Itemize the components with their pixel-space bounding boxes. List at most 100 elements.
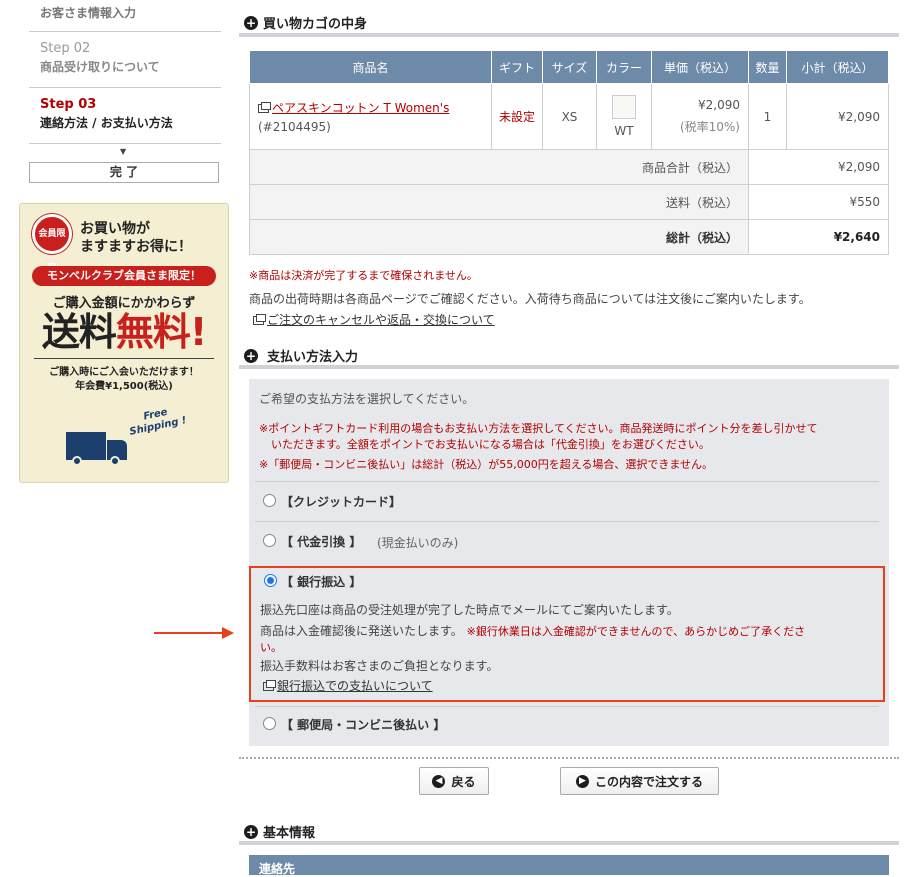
payment-title-rule <box>239 365 899 369</box>
new-window-icon <box>263 680 276 691</box>
cart-header-row: 商品名 ギフト サイズ カラー 単価（税込） 数量 小計（税込） <box>249 50 889 84</box>
item-color-cell: WT <box>596 83 652 150</box>
new-window-icon <box>258 102 271 113</box>
banner-big-2: 無料! <box>115 310 207 354</box>
col-header-price: 単価（税込） <box>651 50 749 84</box>
basic-section-title: + 基本情報 <box>244 822 315 841</box>
item-name-cell: ペアスキンコットン T Women's (#2104495) <box>249 83 492 150</box>
col-header-subtotal: 小計（税込） <box>786 50 889 84</box>
plus-circle-icon: + <box>244 824 258 839</box>
contact-header-label: 連絡先 <box>259 862 296 876</box>
basic-title-rule <box>239 841 899 845</box>
step-down-arrow: ▼ <box>120 147 127 156</box>
step-02-label: 商品受け取りについて <box>40 60 160 74</box>
col-header-size: サイズ <box>542 50 597 84</box>
step-03: Step 03 連絡方法 / お支払い方法 <box>29 88 221 144</box>
option-post-convenience[interactable]: 【 郵便局・コンビニ後払い 】 <box>255 707 879 745</box>
table-row: ペアスキンコットン T Women's (#2104495) 未設定 XS WT… <box>249 83 889 150</box>
grand-total-value: ¥2,640 <box>748 219 889 255</box>
bank-desc-2: 商品は入金確認後に発送いたします。 ※銀行休業日は入金確認ができませんので、あら… <box>260 622 805 639</box>
shipping-value: ¥550 <box>748 184 889 220</box>
cancel-link-row: ご注文のキャンセルや返品・交換について <box>253 311 495 328</box>
bank-transfer-info-link[interactable]: 銀行振込での支払いについて <box>277 679 433 693</box>
color-swatch <box>612 95 636 119</box>
option-credit-card[interactable]: 【クレジットカード】 <box>255 482 879 521</box>
grand-total-row: 総計（税込） ¥2,640 <box>249 219 889 255</box>
bank-desc-2a: 商品は入金確認後に発送いたします。 <box>260 624 463 638</box>
option-cod-note: (現金払いのみ) <box>377 536 459 550</box>
cart-table: 商品名 ギフト サイズ カラー 単価（税込） 数量 小計（税込） ペアスキンコッ… <box>249 50 889 255</box>
radio-post-convenience[interactable] <box>263 717 276 730</box>
back-button-label: 戻る <box>451 774 476 789</box>
step-03-number: Step 03 <box>40 97 97 112</box>
payment-note-1a: ※ポイントギフトカード利用の場合もお支払い方法を選択してください。商品発送時にポ… <box>259 422 818 435</box>
stock-note: ※商品は決済が完了するまで確保されません。 <box>249 269 478 282</box>
bank-link-row: 銀行振込での支払いについて <box>263 677 433 694</box>
payment-note-2: ※「郵便局・コンビニ後払い」は総計（税込）が55,000円を超える場合、選択でき… <box>259 458 714 471</box>
payment-section-title: + 支払い方法入力 <box>244 346 358 365</box>
option-bank-label: 【 銀行振込 】 <box>281 575 362 589</box>
plus-circle-icon: + <box>244 15 258 30</box>
step-02-number: Step 02 <box>40 41 91 56</box>
banner-headline-1: お買い物が <box>80 221 150 237</box>
item-tax-rate: (税率10%) <box>679 120 740 134</box>
basic-title-text: 基本情報 <box>263 826 316 841</box>
option-cod-label: 【 代金引換 】 <box>281 535 362 549</box>
place-order-button[interactable]: ▶ この内容で注文する <box>560 767 719 795</box>
back-button[interactable]: ◀ 戻る <box>419 767 489 795</box>
item-size: XS <box>542 83 597 150</box>
shipping-time-note: 商品の出荷時期は各商品ページでご確認ください。入荷待ち商品については注文後にご案… <box>249 292 811 306</box>
goods-total-value: ¥2,090 <box>748 149 889 185</box>
col-header-qty: 数量 <box>748 50 787 84</box>
payment-intro: ご希望の支払方法を選択してください。 <box>259 392 475 406</box>
option-cod[interactable]: 【 代金引換 】 (現金払いのみ) <box>255 522 879 561</box>
contact-table-header: 連絡先 <box>249 855 889 876</box>
option-credit-label: 【クレジットカード】 <box>281 495 402 509</box>
banner-headline-2: ますますお得に！ <box>80 239 192 255</box>
bank-desc-3: 振込手数料はお客さまのご負担となります。 <box>260 659 499 673</box>
step-prev: お客さま情報入力 <box>29 0 221 32</box>
bank-desc-2c: い。 <box>260 641 282 654</box>
radio-cod[interactable] <box>263 534 276 547</box>
banner-sub-2: 年会費¥1,500(税込) <box>75 381 173 392</box>
goods-total-label: 商品合計（税込） <box>249 149 749 185</box>
radio-credit-card[interactable] <box>263 494 276 507</box>
item-qty: 1 <box>748 83 787 150</box>
option-bank-transfer[interactable]: 【 銀行振込 】 振込先口座は商品の受注処理が完了した時点でメールにてご案内いた… <box>249 566 885 702</box>
step-03-label: 連絡方法 / お支払い方法 <box>40 116 173 130</box>
payment-panel: ご希望の支払方法を選択してください。 ※ポイントギフトカード利用の場合もお支払い… <box>249 379 889 746</box>
arrow-right-circle-icon: ▶ <box>575 774 589 788</box>
payment-title-text: 支払い方法入力 <box>267 350 359 365</box>
payment-note-1b: いただきます。全額をポイントでお支払いになる場合は「代金引換」をお選びください。 <box>271 438 710 451</box>
item-code: (#2104495) <box>258 120 331 134</box>
item-name-link[interactable]: ペアスキンコットン T Women's <box>272 101 449 115</box>
annotation-arrow-icon <box>154 627 234 639</box>
arrow-left-circle-icon: ◀ <box>432 774 446 788</box>
cart-title-text: 買い物カゴの中身 <box>263 17 368 32</box>
step-02: Step 02 商品受け取りについて <box>29 32 221 88</box>
banner-divider <box>34 358 214 359</box>
grand-total-label: 総計（税込） <box>249 219 749 255</box>
goods-total-row: 商品合計（税込） ¥2,090 <box>249 149 889 185</box>
item-color: WT <box>614 124 634 138</box>
col-header-name: 商品名 <box>249 50 492 84</box>
plus-circle-icon: + <box>244 348 258 363</box>
banner-big-1: 送料 <box>41 310 117 354</box>
step-done: 完 了 <box>29 162 219 183</box>
truck-icon <box>66 432 130 466</box>
cart-title-rule <box>239 33 899 37</box>
cancel-return-link[interactable]: ご注文のキャンセルや返品・交換について <box>267 313 495 327</box>
banner-line-1: ご購入金額にかかわらず <box>52 296 196 311</box>
item-subtotal: ¥2,090 <box>786 83 889 150</box>
banner-big-text: 送料無料! <box>20 310 228 354</box>
dotted-separator <box>239 757 899 759</box>
item-gift: 未設定 <box>491 83 543 150</box>
bank-desc-1: 振込先口座は商品の受注処理が完了した時点でメールにてご案内いたします。 <box>260 603 679 617</box>
radio-bank-transfer[interactable] <box>264 574 277 587</box>
shipping-label: 送料（税込） <box>249 184 749 220</box>
new-window-icon <box>253 314 266 325</box>
membership-banner[interactable]: 会員限定 お買い物が ますますお得に！ モンベルクラブ会員さま限定！ ご購入金額… <box>19 203 229 483</box>
option-post-label: 【 郵便局・コンビニ後払い 】 <box>281 718 446 732</box>
free-shipping-text: Free Shipping ! <box>126 403 188 438</box>
shipping-row: 送料（税込） ¥550 <box>249 184 889 220</box>
